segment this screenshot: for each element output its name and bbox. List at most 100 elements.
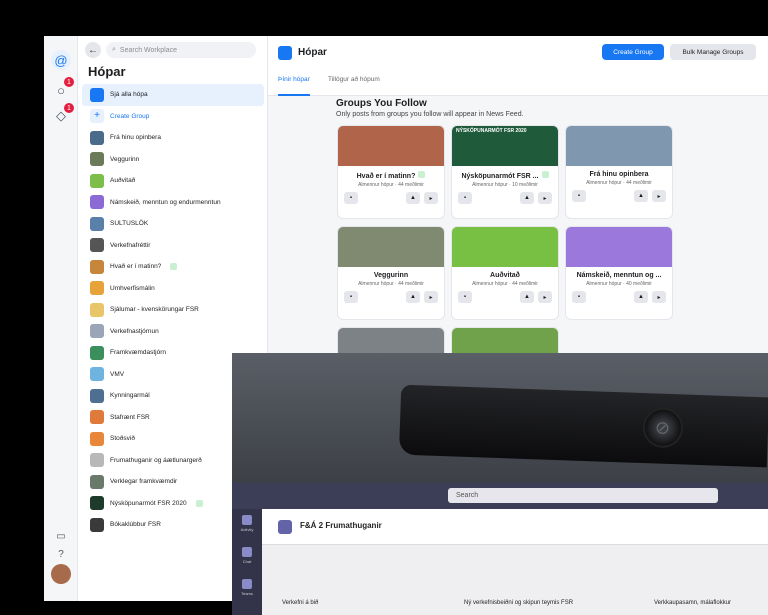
leave-group-icon[interactable]: ▸ bbox=[538, 291, 552, 303]
teams-rail-activity[interactable]: Activity bbox=[236, 515, 258, 532]
back-arrow-icon[interactable]: ← bbox=[85, 42, 101, 58]
card-action-group: ▲ ▸ bbox=[406, 291, 438, 303]
sidebar-group-item[interactable]: Umhverfismálin bbox=[82, 278, 264, 300]
group-cover-image bbox=[566, 227, 672, 267]
group-thumbnail bbox=[90, 195, 104, 210]
group-card[interactable]: Veggurinn Almennur hópur · 44 meðlimir ▪ ▲ ▸ bbox=[338, 227, 444, 319]
activity-icon bbox=[242, 515, 252, 525]
group-card-title[interactable]: Hvað er í matinn? bbox=[338, 171, 444, 180]
avatar[interactable] bbox=[51, 564, 71, 584]
bell-icon[interactable]: ▲ bbox=[520, 192, 534, 204]
sidebar-item-label: Create Group bbox=[110, 112, 150, 120]
group-thumbnail bbox=[90, 345, 104, 360]
sidebar-item-label: Hvað er í matinn? bbox=[110, 263, 162, 271]
card-action-group: ▲ ▸ bbox=[520, 291, 552, 303]
webcam: ⊘ bbox=[398, 384, 768, 468]
group-card-title[interactable]: Auðvitað bbox=[452, 272, 558, 279]
search-placeholder: Search Workplace bbox=[119, 46, 177, 54]
notifications-icon[interactable]: ○ 1 bbox=[51, 77, 74, 100]
group-thumbnail bbox=[90, 173, 104, 188]
tab-suggested-groups[interactable]: Tillögur að hópum bbox=[328, 74, 380, 96]
group-feed-icon[interactable]: ▪ bbox=[572, 291, 586, 303]
sidebar-title: Hópar bbox=[88, 64, 126, 79]
sidebar-group-item[interactable]: Sjá alla hópa bbox=[82, 84, 264, 106]
group-card[interactable]: NÝSKÖPUNARMÓT FSR 2020 Nýsköpunarmót FSR … bbox=[452, 126, 558, 218]
teams-label: Teams bbox=[241, 591, 253, 596]
group-cover-image: NÝSKÖPUNARMÓT FSR 2020 bbox=[452, 126, 558, 166]
leave-group-icon[interactable]: ▸ bbox=[652, 291, 666, 303]
sidebar-item-label: Frá hinu opinbera bbox=[110, 134, 161, 142]
group-card-actions: ▪ ▲ ▸ bbox=[338, 188, 444, 204]
sidebar-group-item[interactable]: Verkefnafréttir bbox=[82, 235, 264, 257]
group-feed-icon[interactable]: ▪ bbox=[344, 291, 358, 303]
group-card-title[interactable]: Námskeið, menntun og ... bbox=[566, 272, 672, 279]
group-feed-icon[interactable]: ▪ bbox=[344, 192, 358, 204]
leave-group-icon[interactable]: ▸ bbox=[652, 190, 666, 202]
group-thumbnail bbox=[90, 259, 104, 274]
cover-banner-text: NÝSKÖPUNARMÓT FSR 2020 bbox=[456, 128, 527, 134]
group-card[interactable]: Frá hinu opinbera Almennur hópur · 44 með… bbox=[566, 126, 672, 218]
group-card-title[interactable]: Nýsköpunarmót FSR ... bbox=[452, 171, 558, 180]
search-input[interactable]: ⌕ Search Workplace bbox=[106, 42, 256, 58]
group-thumbnail bbox=[90, 130, 104, 145]
workplace-logo-icon[interactable]: @ bbox=[51, 50, 71, 70]
main-header: Hópar Create Group Bulk Manage Groups Þí… bbox=[268, 36, 768, 96]
group-card-title[interactable]: Veggurinn bbox=[338, 272, 444, 279]
sidebar-item-label: Bókaklúbbur FSR bbox=[110, 521, 161, 529]
help-icon[interactable]: ? bbox=[51, 544, 71, 564]
group-card-title[interactable]: Frá hinu opinbera bbox=[566, 171, 672, 178]
teams-rail-chat[interactable]: Chat bbox=[236, 547, 258, 564]
bell-icon[interactable]: ▲ bbox=[406, 192, 420, 204]
planner-column: Verkefni á bið bbox=[282, 600, 319, 606]
sidebar-item-label: Auðvitað bbox=[110, 177, 136, 185]
bell-icon[interactable]: ▲ bbox=[634, 291, 648, 303]
group-card[interactable]: Hvað er í matinn? Almennur hópur · 44 með… bbox=[338, 126, 444, 218]
sidebar-item-label: Framkvæmdastjórn bbox=[110, 349, 166, 357]
sidebar-item-label: Verklegar framkvæmdir bbox=[110, 478, 178, 486]
group-feed-icon[interactable]: ▪ bbox=[458, 291, 472, 303]
leave-group-icon[interactable]: ▸ bbox=[538, 192, 552, 204]
sidebar-group-item[interactable]: Frá hinu opinbera bbox=[82, 127, 264, 149]
section-subtitle: Only posts from groups you follow will a… bbox=[336, 111, 524, 118]
group-thumbnail bbox=[90, 410, 104, 425]
chat-icon[interactable]: ◇ 1 bbox=[51, 103, 74, 126]
group-thumbnail bbox=[90, 474, 104, 489]
group-feed-icon[interactable]: ▪ bbox=[458, 192, 472, 204]
teams-search-input[interactable]: Search bbox=[448, 488, 718, 503]
group-card[interactable]: Námskeið, menntun og ... Almennur hópur ·… bbox=[566, 227, 672, 319]
bulk-manage-label: Bulk Manage Groups bbox=[682, 48, 744, 56]
sidebar-item-label: Verkefnafréttir bbox=[110, 241, 151, 249]
leave-group-icon[interactable]: ▸ bbox=[424, 192, 438, 204]
new-badge-icon bbox=[170, 263, 178, 271]
create-group-link[interactable]: + Create Group bbox=[82, 106, 264, 128]
teams-topbar: Search bbox=[232, 483, 768, 509]
sidebar-group-item[interactable]: Sjálumar - kvenskörungar FSR bbox=[82, 299, 264, 321]
group-cover-image bbox=[338, 227, 444, 267]
group-feed-icon[interactable]: ▪ bbox=[572, 190, 586, 202]
sidebar-item-label: Kynningarmál bbox=[110, 392, 150, 400]
group-thumbnail bbox=[90, 496, 104, 511]
teams-rail-teams[interactable]: Teams bbox=[236, 579, 258, 596]
bell-icon[interactable]: ▲ bbox=[520, 291, 534, 303]
sidebar-item-label: Sjálumar - kvenskörungar FSR bbox=[110, 306, 199, 314]
new-badge-icon bbox=[195, 499, 203, 507]
leave-group-icon[interactable]: ▸ bbox=[424, 291, 438, 303]
sidebar-group-item[interactable]: Auðvitað bbox=[82, 170, 264, 192]
create-group-button[interactable]: Create Group bbox=[602, 44, 664, 60]
bell-icon[interactable]: ▲ bbox=[634, 190, 648, 202]
sidebar-group-item[interactable]: Hvað er í matinn? bbox=[82, 256, 264, 278]
feedback-icon[interactable]: ▭ bbox=[51, 526, 71, 546]
notification-badge: 1 bbox=[64, 77, 74, 87]
sidebar-group-item[interactable]: Námskeið, menntun og endurmenntun bbox=[82, 192, 264, 214]
bell-icon[interactable]: ▲ bbox=[406, 291, 420, 303]
sidebar-group-item[interactable]: Verkefnastjórnun bbox=[82, 321, 264, 343]
tab-your-groups[interactable]: Þínir hópar bbox=[278, 74, 310, 96]
bulk-manage-button[interactable]: Bulk Manage Groups bbox=[670, 44, 756, 60]
sidebar-group-item[interactable]: Veggurinn bbox=[82, 149, 264, 171]
sidebar-group-item[interactable]: SULTUSLÖK bbox=[82, 213, 264, 235]
section-title: Groups You Follow bbox=[336, 98, 427, 109]
sidebar-item-label: Frumathuganir og áætlunargerð bbox=[110, 456, 202, 464]
group-card-name: Frá hinu opinbera bbox=[589, 171, 649, 178]
group-card[interactable]: Auðvitað Almennur hópur · 44 meðlimir ▪ ▲ ▸ bbox=[452, 227, 558, 319]
group-card-name: Hvað er í matinn? bbox=[356, 173, 416, 180]
